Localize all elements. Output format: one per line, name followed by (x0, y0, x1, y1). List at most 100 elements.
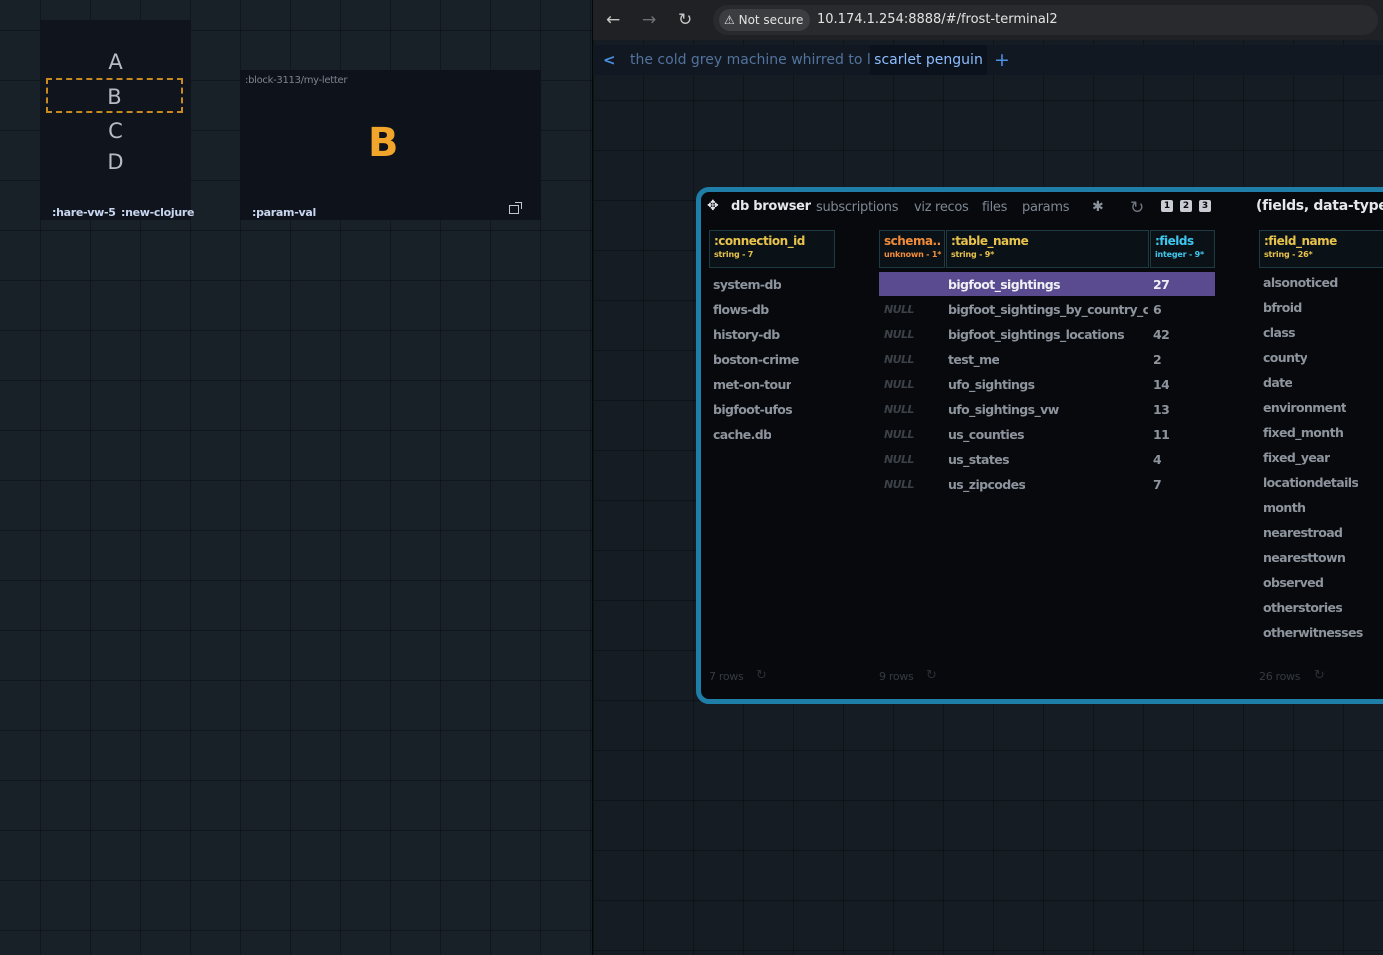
forward-arrow-icon[interactable]: → (642, 10, 656, 30)
refresh-icon[interactable]: ↻ (1130, 198, 1144, 218)
table-row-schema[interactable]: NULL (884, 372, 914, 397)
table-row-fields[interactable]: 11 (1153, 422, 1169, 447)
table-row-schema[interactable]: NULL (884, 297, 914, 322)
table-row-fields[interactable]: 7 (1153, 472, 1161, 497)
field-name-row[interactable]: observed (1263, 570, 1323, 595)
column-type: string - 26* (1264, 250, 1313, 259)
layout-badge-3[interactable]: 3 (1199, 200, 1211, 212)
table-row-name[interactable]: us_zipcodes (948, 472, 1025, 497)
table-row-fields[interactable]: 6 (1153, 297, 1161, 322)
field-name-row[interactable]: nearesttown (1263, 545, 1345, 570)
table-row-schema[interactable]: NULL (884, 472, 914, 497)
column-name: :fields (1155, 234, 1194, 248)
connection-row[interactable]: met-on-tour (713, 372, 791, 397)
table-row-name[interactable]: us_counties (948, 422, 1024, 447)
column-header-fields[interactable]: :fields integer - 9* (1150, 230, 1215, 268)
field-name-row[interactable]: otherstories (1263, 595, 1342, 620)
table-row-name[interactable]: bigfoot_sightings (948, 272, 1060, 297)
column-header-schema[interactable]: schema.. unknown - 1* (879, 230, 945, 268)
db-browser-panel: ✥ db browser subscriptions viz recos fil… (696, 187, 1383, 704)
field-name-row[interactable]: bfroid (1263, 295, 1302, 320)
refresh-icon[interactable]: ↻ (1314, 668, 1325, 683)
tab-scarlet-penguin[interactable]: scarlet penguin (870, 45, 987, 75)
footer-label-param-val[interactable]: :param-val (252, 206, 316, 219)
tab-subscriptions[interactable]: subscriptions (816, 200, 898, 215)
table-row-name[interactable]: us_states (948, 447, 1009, 472)
field-name-row[interactable]: locationdetails (1263, 470, 1358, 495)
tab-files[interactable]: files (982, 200, 1007, 215)
letter-option-c[interactable]: C (40, 119, 191, 143)
field-name-row[interactable]: county (1263, 345, 1307, 370)
refresh-icon[interactable]: ↻ (926, 668, 937, 683)
table-row-fields[interactable]: 42 (1153, 322, 1169, 347)
table-row-fields[interactable]: 13 (1153, 397, 1169, 422)
popout-icon[interactable] (509, 202, 522, 214)
table-row-name[interactable]: ufo_sightings_vw (948, 397, 1059, 422)
table-row-schema[interactable]: NULL (884, 397, 914, 422)
table-row-schema[interactable]: NULL (884, 422, 914, 447)
back-arrow-icon[interactable]: ← (606, 10, 620, 30)
column-name: :field_name (1264, 234, 1337, 248)
column-type: unknown - 1* (884, 250, 942, 259)
column-header-field-name[interactable]: :field_name string - 26* (1259, 230, 1383, 268)
table-row-name[interactable]: ufo_sightings (948, 372, 1035, 397)
column-type: string - 9* (951, 250, 995, 259)
field-name-row[interactable]: environment (1263, 395, 1346, 420)
field-name-row[interactable]: class (1263, 320, 1295, 345)
footer-label-hare[interactable]: :hare-vw-5 (52, 206, 116, 219)
table-row-schema[interactable]: NULL (884, 347, 914, 372)
connection-row[interactable]: boston-crime (713, 347, 799, 372)
field-name-row[interactable]: nearestroad (1263, 520, 1342, 545)
footer-label-new-clojure[interactable]: :new-clojure (121, 206, 194, 219)
table-row-schema[interactable]: NULL (884, 322, 914, 347)
table-row-name[interactable]: test_me (948, 347, 999, 372)
table-row-name[interactable]: bigfoot_sightings_by_country_cod (948, 297, 1148, 322)
letter-option-a[interactable]: A (40, 50, 191, 74)
refresh-icon[interactable]: ↻ (756, 668, 767, 683)
connection-row[interactable]: bigfoot-ufos (713, 397, 792, 422)
table-row-fields[interactable]: 27 (1153, 272, 1169, 297)
field-name-row[interactable]: alsonoticed (1263, 270, 1338, 295)
table-row-name[interactable]: bigfoot_sightings_locations (948, 322, 1124, 347)
table-row-fields[interactable]: 2 (1153, 347, 1161, 372)
security-chip[interactable]: ⚠ Not secure (719, 9, 811, 31)
row-count-connections: 7 rows (709, 670, 744, 683)
tab-bar: < the cold grey machine whirred to life … (593, 45, 1383, 75)
column-header-connection-id[interactable]: :connection_id string - 7 (709, 230, 835, 268)
field-name-row[interactable]: date (1263, 370, 1292, 395)
bug-icon[interactable]: ✱ (1092, 199, 1104, 215)
layout-badge-1[interactable]: 1 (1161, 200, 1173, 212)
add-tab-plus-icon[interactable]: + (994, 45, 1010, 75)
tab-viz-recos[interactable]: viz recos (914, 200, 969, 215)
connection-row[interactable]: cache.db (713, 422, 771, 447)
reload-icon[interactable]: ↻ (678, 10, 692, 30)
url-text[interactable]: 10.174.1.254:8888/#/frost-terminal2 (817, 5, 1058, 35)
field-name-row[interactable]: fixed_year (1263, 445, 1330, 470)
my-letter-block: :block-3113/my-letter B (240, 70, 541, 220)
tab-params[interactable]: params (1022, 200, 1069, 215)
column-header-table-name[interactable]: :table_name string - 9* (946, 230, 1149, 268)
selected-letter-display: B (368, 120, 399, 166)
address-bar[interactable]: ⚠ Not secure 10.174.1.254:8888/#/frost-t… (713, 5, 1378, 35)
letter-option-d[interactable]: D (40, 150, 191, 174)
letter-option-b-selected[interactable]: B (46, 78, 183, 113)
table-row-schema[interactable]: NULL (884, 447, 914, 472)
tab-cold-grey-machine[interactable]: the cold grey machine whirred to life (630, 45, 888, 75)
table-row-fields[interactable]: 14 (1153, 372, 1169, 397)
field-name-row[interactable]: month (1263, 495, 1305, 520)
connection-row[interactable]: flows-db (713, 297, 769, 322)
right-browser-window: ← → ↻ ⚠ Not secure 10.174.1.254:8888/#/f… (593, 0, 1383, 955)
tab-back-chevron-icon[interactable]: < (603, 45, 616, 75)
column-name: :table_name (951, 234, 1029, 248)
block-label: :block-3113/my-letter (245, 75, 348, 86)
row-count-fields: 26 rows (1259, 670, 1301, 683)
db-browser-title[interactable]: db browser (731, 199, 811, 214)
layout-badge-2[interactable]: 2 (1180, 200, 1192, 212)
left-app-window: A B C D :block-3113/my-letter B :hare-vw… (0, 0, 592, 955)
field-name-row[interactable]: otherwitnesses (1263, 620, 1363, 645)
move-handle-icon[interactable]: ✥ (707, 198, 719, 214)
connection-row[interactable]: history-db (713, 322, 780, 347)
field-name-row[interactable]: fixed_month (1263, 420, 1343, 445)
table-row-fields[interactable]: 4 (1153, 447, 1161, 472)
connection-row[interactable]: system-db (713, 272, 781, 297)
